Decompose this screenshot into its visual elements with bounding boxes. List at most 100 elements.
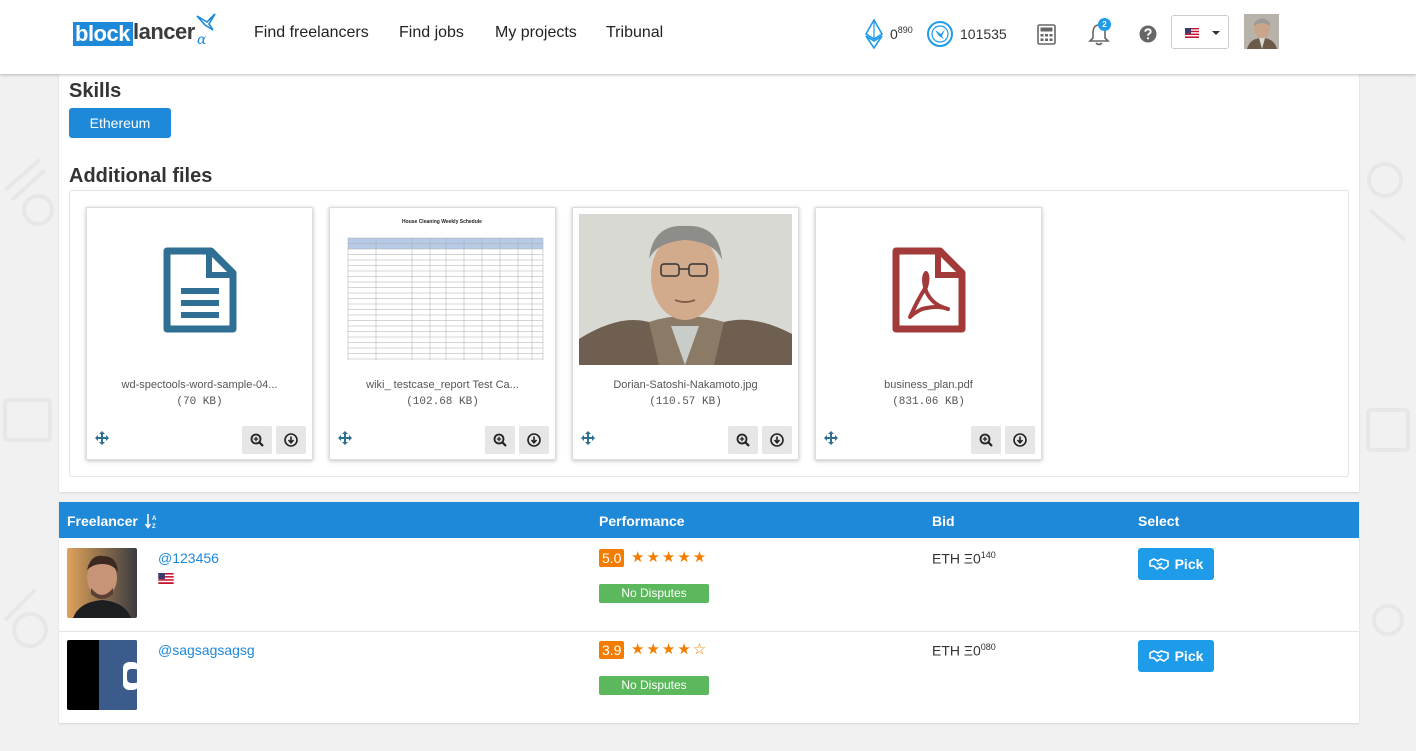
col-freelancer[interactable]: Freelancer A Z bbox=[67, 513, 159, 530]
nav-find-jobs[interactable]: Find jobs bbox=[399, 24, 464, 42]
pdf-file-icon bbox=[892, 247, 965, 332]
bid-decimals: 080 bbox=[980, 642, 996, 652]
row-divider bbox=[59, 631, 1359, 632]
download-button[interactable] bbox=[276, 426, 306, 454]
freelancer-handle[interactable]: @sagsagsagsg bbox=[158, 642, 255, 658]
file-name: wd-spectools-word-sample-04... bbox=[121, 379, 278, 391]
freelancer-handle[interactable]: @123456 bbox=[158, 550, 219, 566]
disputes-badge: No Disputes bbox=[599, 676, 709, 695]
token-balance-value: 101535 bbox=[960, 26, 1007, 42]
download-icon bbox=[284, 433, 298, 447]
download-icon bbox=[1013, 433, 1027, 447]
handshake-icon bbox=[1148, 558, 1169, 570]
notifications-button[interactable]: 2 bbox=[1088, 18, 1111, 46]
file-card: wd-spectools-word-sample-04... (70 KB) bbox=[86, 207, 313, 460]
logo-alpha-text: α bbox=[197, 32, 207, 48]
user-avatar[interactable] bbox=[1244, 14, 1279, 49]
file-size: (102.68 KB) bbox=[406, 396, 479, 408]
bid-amount: ETH Ξ0080 bbox=[932, 642, 996, 659]
download-button[interactable] bbox=[1005, 426, 1035, 454]
nav-my-projects[interactable]: My projects bbox=[495, 24, 577, 42]
file-card: business_plan.pdf (831.06 KB) bbox=[815, 207, 1042, 460]
move-icon[interactable] bbox=[824, 431, 838, 445]
download-icon bbox=[770, 433, 784, 447]
notification-count-badge: 2 bbox=[1098, 18, 1111, 31]
move-icon[interactable] bbox=[95, 431, 109, 445]
move-icon[interactable] bbox=[338, 431, 352, 445]
background-pattern-icon bbox=[1366, 162, 1410, 636]
disputes-badge: No Disputes bbox=[599, 584, 709, 603]
logo-bird-icon bbox=[196, 13, 216, 31]
freelancer-avatar[interactable] bbox=[67, 640, 137, 710]
file-card: Dorian-Satoshi-Nakamoto.jpg (110.57 KB) bbox=[572, 207, 799, 460]
download-button[interactable] bbox=[762, 426, 792, 454]
zoom-button[interactable] bbox=[728, 426, 758, 454]
additional-files-heading: Additional files bbox=[69, 165, 213, 187]
background-pattern-icon bbox=[3, 158, 54, 648]
pick-button-label: Pick bbox=[1174, 648, 1204, 664]
us-flag-icon bbox=[158, 573, 174, 584]
pick-button[interactable]: Pick bbox=[1138, 548, 1214, 580]
pick-button[interactable]: Pick bbox=[1138, 640, 1214, 672]
bids-table-header: Freelancer A Z Performance Bid Select bbox=[59, 502, 1359, 538]
col-performance: Performance bbox=[599, 513, 685, 529]
eth-balance-value: 0 bbox=[890, 26, 898, 42]
logo-block-text: block bbox=[73, 22, 133, 46]
us-flag-icon bbox=[1185, 28, 1199, 38]
spreadsheet-thumbnail-title: House Cleaning Weekly Schedule bbox=[402, 219, 482, 225]
bid-currency: ETH Ξ0 bbox=[932, 642, 981, 659]
zoom-in-icon bbox=[493, 433, 507, 447]
logo-lancer-text: lancer bbox=[133, 19, 195, 44]
bid-amount: ETH Ξ0140 bbox=[932, 550, 996, 567]
file-preview[interactable] bbox=[93, 214, 306, 365]
sort-alpha-icon: A Z bbox=[144, 514, 157, 530]
zoom-button[interactable] bbox=[242, 426, 272, 454]
handshake-icon bbox=[1148, 650, 1169, 662]
zoom-button[interactable] bbox=[971, 426, 1001, 454]
performance-score: 5.0 bbox=[599, 549, 625, 567]
performance-score: 3.9 bbox=[599, 641, 625, 659]
move-icon[interactable] bbox=[581, 431, 595, 445]
blocklancer-token-icon bbox=[927, 21, 953, 47]
svg-text:A: A bbox=[152, 516, 157, 522]
nav-find-freelancers[interactable]: Find freelancers bbox=[254, 24, 369, 42]
col-freelancer-label: Freelancer bbox=[67, 513, 138, 529]
freelancer-avatar[interactable] bbox=[67, 548, 137, 618]
photo-thumbnail-icon bbox=[579, 214, 792, 365]
zoom-in-icon bbox=[736, 433, 750, 447]
file-name: business_plan.pdf bbox=[884, 379, 973, 391]
zoom-button[interactable] bbox=[485, 426, 515, 454]
col-bid: Bid bbox=[932, 513, 955, 529]
download-icon bbox=[527, 433, 541, 447]
file-preview[interactable]: House Cleaning Weekly Schedule bbox=[336, 214, 549, 365]
zoom-in-icon bbox=[979, 433, 993, 447]
bid-decimals: 140 bbox=[980, 550, 996, 560]
svg-text:Z: Z bbox=[152, 524, 156, 529]
zoom-in-icon bbox=[250, 433, 264, 447]
skills-heading: Skills bbox=[69, 80, 122, 102]
file-size: (831.06 KB) bbox=[892, 396, 965, 408]
user-avatar-image bbox=[1244, 14, 1279, 49]
freelancer-avatar-image bbox=[67, 548, 137, 618]
col-select: Select bbox=[1138, 513, 1180, 529]
file-card: House Cleaning Weekly Schedule wiki_ tes… bbox=[329, 207, 556, 460]
file-preview[interactable] bbox=[579, 214, 792, 365]
calculator-icon[interactable] bbox=[1037, 24, 1056, 45]
file-size: (70 KB) bbox=[176, 396, 223, 408]
eth-balance[interactable]: 0 890 bbox=[864, 18, 913, 50]
pick-button-label: Pick bbox=[1174, 556, 1204, 572]
chevron-down-icon bbox=[1212, 31, 1220, 35]
document-file-icon bbox=[163, 247, 236, 332]
download-button[interactable] bbox=[519, 426, 549, 454]
help-icon[interactable] bbox=[1139, 25, 1157, 43]
freelancer-avatar-image bbox=[67, 640, 137, 710]
rating-stars: ★★★★★ bbox=[631, 549, 709, 566]
skill-tag-ethereum[interactable]: Ethereum bbox=[69, 108, 171, 138]
language-selector[interactable] bbox=[1171, 15, 1229, 49]
file-size: (110.57 KB) bbox=[649, 396, 722, 408]
spreadsheet-thumbnail-icon: House Cleaning Weekly Schedule bbox=[336, 214, 549, 365]
nav-tribunal[interactable]: Tribunal bbox=[606, 24, 663, 42]
rating-stars: ★★★★☆ bbox=[631, 641, 709, 658]
token-balance[interactable]: 101535 bbox=[926, 18, 1007, 50]
file-preview[interactable] bbox=[822, 214, 1035, 365]
